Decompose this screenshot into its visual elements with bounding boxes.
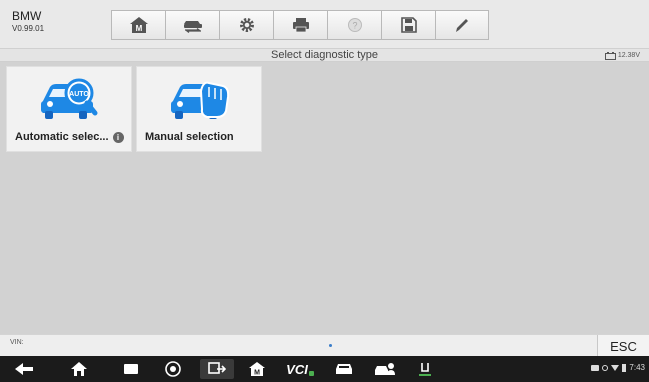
page-title: Select diagnostic type: [270, 49, 378, 61]
vehicle-brand: BMW: [12, 9, 42, 23]
edit-button[interactable]: [435, 10, 489, 40]
home-m-icon: M: [249, 362, 265, 377]
data-manager-button[interactable]: [412, 359, 438, 379]
automatic-selection-label: Automatic selec... i: [15, 131, 124, 143]
svg-text:M: M: [254, 370, 260, 377]
vci-status-icon: [308, 370, 314, 376]
print-button[interactable]: [273, 10, 327, 40]
footer-bar: VIN: ESC: [0, 334, 649, 357]
car-person-icon: [375, 363, 395, 375]
system-status: 7:43: [591, 363, 645, 372]
automatic-selection-tile[interactable]: AUTO Automatic selec... i: [6, 66, 132, 152]
vin-label: VIN:: [10, 339, 24, 346]
screen-mirror-button[interactable]: [200, 359, 234, 379]
print-icon: [292, 18, 309, 33]
car-icon: [336, 364, 352, 374]
tile-label: Automatic selec...: [15, 131, 109, 143]
save-button[interactable]: [381, 10, 435, 40]
home-m-nav-button[interactable]: M: [244, 359, 270, 379]
system-navbar: M VCI 7:43: [0, 356, 649, 382]
svg-text:?: ?: [352, 21, 357, 31]
esc-button[interactable]: ESC: [597, 335, 649, 357]
battery-status-icon: [622, 363, 627, 372]
manual-car-icon: [169, 77, 231, 126]
top-bar: BMW V0.99.01 M ?: [0, 0, 649, 48]
recent-apps-icon: [124, 364, 138, 374]
vci-label: VCI: [286, 361, 308, 377]
voltage-value: 12.38V: [617, 52, 640, 59]
manual-selection-tile[interactable]: Manual selection: [136, 66, 262, 152]
battery-icon: [604, 51, 616, 60]
page-indicator: [329, 344, 332, 347]
back-button[interactable]: [10, 359, 38, 379]
battery-voltage: 12.38V: [604, 50, 640, 61]
svg-text:M: M: [135, 24, 142, 33]
browser-icon: [165, 361, 181, 377]
help-button[interactable]: ?: [327, 10, 381, 40]
clock: 7:43: [629, 363, 645, 372]
vehicle-swap-icon: [183, 21, 202, 33]
browser-button[interactable]: [160, 359, 186, 379]
power-data-icon: [419, 363, 431, 376]
message-icon: [591, 364, 600, 371]
settings-button[interactable]: [219, 10, 273, 40]
home-button[interactable]: M: [111, 10, 165, 40]
remote-expert-button[interactable]: [370, 359, 400, 379]
home-nav-button[interactable]: [66, 359, 92, 379]
tile-label: Manual selection: [145, 131, 234, 143]
gear-icon: [239, 18, 254, 32]
auto-car-icon: AUTO: [39, 77, 101, 126]
vehicle-menu-button[interactable]: [330, 359, 358, 379]
screen-mirror-icon: [208, 362, 226, 374]
software-version: V0.99.01: [12, 24, 45, 33]
wifi-icon: [611, 364, 620, 371]
help-icon: ?: [347, 18, 362, 32]
sync-icon: [602, 364, 609, 371]
content-area: AUTO Automatic selec... i Manual selecti…: [0, 62, 649, 334]
vehicle-swap-button[interactable]: [165, 10, 219, 40]
manual-selection-label: Manual selection: [145, 131, 234, 143]
info-icon[interactable]: i: [112, 131, 124, 143]
save-icon: [400, 17, 417, 33]
home-m-icon: M: [129, 17, 148, 33]
pen-icon: [456, 19, 468, 32]
auto-icon-text: AUTO: [69, 91, 89, 98]
toolbar: M ?: [111, 10, 489, 40]
status-bar: Select diagnostic type 12.38V: [0, 48, 649, 62]
recent-apps-button[interactable]: [118, 359, 144, 379]
home-icon: [71, 362, 87, 376]
back-arrow-icon: [15, 363, 33, 375]
vehicle-info: BMW V0.99.01: [12, 10, 44, 34]
vci-button[interactable]: VCI: [280, 359, 320, 379]
